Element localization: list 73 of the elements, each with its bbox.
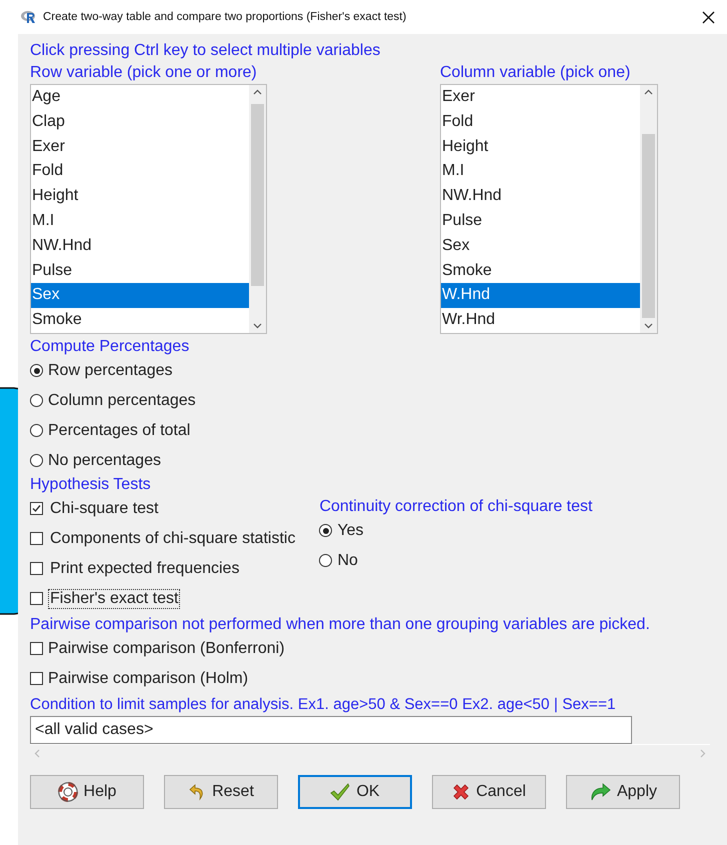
list-item[interactable]: W.Hnd	[441, 283, 640, 308]
checkbox[interactable]	[30, 532, 43, 546]
option-label: Components of chi-square statistic	[49, 528, 296, 549]
window-title: Create two-way table and compare two proportions (Fisher's exact test)	[43, 11, 408, 23]
list-item[interactable]: Sex	[31, 283, 249, 308]
dialog-button[interactable]: Cancel	[432, 774, 546, 809]
lifebuoy-icon	[58, 782, 78, 802]
section-label: Continuity correction of chi-square test	[319, 498, 592, 516]
radio-button[interactable]	[319, 524, 332, 538]
list-item[interactable]: Wr.Hnd	[441, 308, 640, 333]
checkbox[interactable]	[30, 642, 43, 656]
instruction-text: Click pressing Ctrl key to select multiple variables	[30, 42, 382, 60]
list-item[interactable]: NW.Hnd	[441, 184, 640, 209]
scrollbar[interactable]	[640, 85, 657, 333]
radio-button[interactable]	[30, 454, 43, 468]
dialog-button[interactable]: Apply	[566, 774, 680, 809]
scroll-down-icon[interactable]	[644, 322, 653, 329]
dialog-button[interactable]: Help	[30, 774, 144, 809]
checkbox[interactable]	[30, 672, 43, 686]
list-item[interactable]: Smoke	[31, 308, 249, 333]
condition-label: Condition to limit samples for analysis. Ex1. age>50 & Sex==0 Ex2. age<50 | Sex==1	[30, 696, 617, 714]
dialog-button[interactable]: OK	[298, 774, 412, 809]
r-logo-icon	[21, 10, 37, 24]
option-label: Pairwise comparison (Holm)	[48, 670, 248, 688]
list-item[interactable]: Age	[31, 85, 249, 110]
checkbox[interactable]	[30, 592, 43, 606]
list-label: Column variable (pick one)	[440, 64, 632, 82]
checkbox[interactable]	[30, 502, 43, 516]
option-label: Percentages of total	[48, 422, 190, 440]
scrollbar-thumb[interactable]	[642, 134, 655, 318]
list-item[interactable]: Exer	[31, 134, 249, 160]
option-label: Column percentages	[48, 392, 196, 410]
radio-button[interactable]	[319, 554, 332, 568]
option-label: No percentages	[48, 452, 161, 470]
list-item[interactable]: Clap	[31, 110, 249, 135]
checkmark-icon	[330, 782, 350, 801]
list-item[interactable]: Sex	[441, 234, 640, 259]
list-item[interactable]: M.I	[31, 208, 249, 234]
scroll-up-icon[interactable]	[644, 89, 653, 95]
option-label: Pairwise comparison (Bonferroni)	[48, 640, 285, 658]
radio-button[interactable]	[30, 424, 43, 438]
scrollbar-thumb[interactable]	[251, 104, 264, 286]
option-label: Row percentages	[48, 362, 173, 380]
option-label: Fisher's exact test	[48, 588, 180, 609]
section-label: Hypothesis Tests	[30, 476, 152, 494]
list-item[interactable]: Height	[441, 134, 640, 160]
list-item[interactable]: Fold	[441, 110, 640, 135]
list-item[interactable]: M.I	[441, 159, 640, 184]
close-icon[interactable]	[702, 10, 715, 24]
option-label: Yes	[337, 522, 364, 540]
option-label: Chi-square test	[49, 498, 160, 519]
list-item[interactable]: Pulse	[441, 208, 640, 234]
scrollbar[interactable]	[249, 85, 266, 333]
scroll-down-icon[interactable]	[253, 322, 262, 329]
list-item[interactable]: NW.Hnd	[31, 234, 249, 259]
radio-button[interactable]	[30, 364, 43, 378]
option-label: No	[337, 552, 358, 570]
list-item[interactable]: Pulse	[31, 258, 249, 284]
forward-arrow-icon	[588, 782, 611, 801]
list-item[interactable]: Height	[31, 184, 249, 209]
option-label: Print expected frequencies	[49, 558, 240, 579]
list-item[interactable]: Smoke	[441, 258, 640, 284]
condition-field[interactable]: <all valid cases>	[30, 716, 632, 744]
checkbox[interactable]	[30, 562, 43, 576]
list-item[interactable]: Fold	[31, 159, 249, 184]
list-item[interactable]: Exer	[441, 85, 640, 110]
scroll-up-icon[interactable]	[253, 89, 262, 95]
cross-icon	[452, 782, 470, 801]
note-text: Pairwise comparison not performed when more than one grouping variables are picked.	[30, 616, 651, 634]
list-label: Row variable (pick one or more)	[30, 64, 258, 82]
dialog-button[interactable]: Reset	[164, 774, 278, 809]
radio-button[interactable]	[30, 394, 43, 408]
section-label: Compute Percentages	[30, 338, 190, 356]
